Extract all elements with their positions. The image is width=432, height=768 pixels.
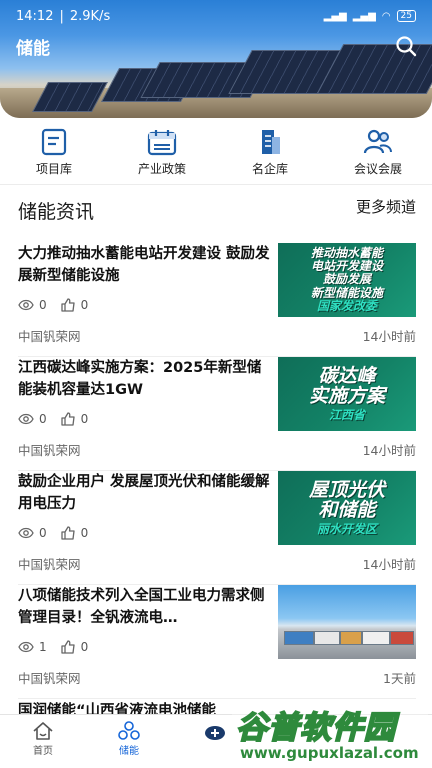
news-item[interactable]: 大力推动抽水蓄能电站开发建设 鼓励发展新型储能设施 0 0 中国钒荣网 14小时…: [0, 243, 432, 357]
signal-icon: ▂▄▆: [352, 10, 376, 22]
news-title: 江西碳达峰实施方案：2025年新型储能装机容量达1GW: [18, 360, 262, 398]
home-icon: [33, 722, 53, 740]
thumbs-up-icon: [60, 526, 75, 540]
news-item[interactable]: 江西碳达峰实施方案：2025年新型储能装机容量达1GW 0 0 中国钒荣网 14…: [0, 357, 432, 471]
thumbnail-text: 屋顶光伏: [308, 478, 385, 501]
news-source: 中国钒荣网: [18, 671, 81, 686]
quick-nav-project-library[interactable]: 项目库: [0, 128, 108, 180]
news-thumbnail: 推动抽水蓄能 电站开发建设 鼓励发展 新型储能设施 国家发改委: [278, 243, 416, 317]
like-count: 0: [80, 412, 89, 426]
thumbnail-text: 鼓励发展: [322, 272, 371, 287]
news-time: 14小时前: [362, 443, 416, 458]
thumbs-up-icon: [60, 412, 75, 426]
view-count: 0: [39, 298, 47, 312]
wifi-icon: ◠: [381, 10, 391, 22]
news-stats: 0 0: [18, 412, 88, 426]
view-count: 0: [39, 526, 47, 540]
news-source: 中国钒荣网: [18, 329, 81, 344]
view-count: 0: [39, 412, 47, 426]
thumbnail-subtext: 国家发改委: [316, 298, 377, 313]
news-item[interactable]: 鼓励企业用户 发展屋顶光伏和储能缓解用电压力 0 0 中国钒荣网 14小时前 屋…: [0, 471, 432, 585]
more-channels-link[interactable]: 更多频道: [356, 196, 416, 217]
container-image: [390, 631, 414, 645]
news-thumbnail-photo: [278, 585, 416, 659]
news-stats: 0 0: [18, 526, 88, 540]
container-image: [362, 631, 390, 645]
like-count: 0: [80, 298, 89, 312]
thumbnail-subtext: 江西省: [328, 408, 365, 423]
eye-icon: [18, 641, 34, 653]
tab-energy-storage[interactable]: 储能: [86, 715, 172, 768]
divider: [0, 184, 432, 185]
thumbnail-text: 碳达峰: [318, 364, 376, 387]
news-source: 中国钒荣网: [18, 557, 81, 572]
like-count: 0: [80, 526, 89, 540]
section-title: 储能资讯: [18, 201, 95, 223]
news-stats: 1 0: [18, 640, 88, 654]
quick-nav-industry-policy[interactable]: 产业政策: [108, 128, 216, 180]
plus-icon: [205, 726, 225, 740]
thumbnail-text: 实施方案: [308, 385, 385, 408]
container-image: [340, 631, 362, 645]
news-stats: 0 0: [18, 298, 88, 312]
people-icon: [363, 129, 392, 154]
thumbs-up-icon: [60, 298, 75, 312]
view-count: 1: [39, 640, 47, 654]
thumbnail-text: 和储能: [318, 499, 376, 522]
status-separator: |: [59, 8, 64, 24]
news-thumbnail: 屋顶光伏 和储能 丽水开发区: [278, 471, 416, 545]
news-time: 14小时前: [362, 329, 416, 344]
signal-icon: ▂▄▆: [323, 10, 347, 22]
battery-icon: 25: [396, 10, 416, 22]
watermark-text: 谷普软件园: [235, 709, 396, 747]
quick-nav-label: 项目库: [35, 162, 72, 176]
thumbs-up-icon: [60, 640, 75, 654]
news-title: 八项储能技术列入全国工业电力需求侧管理目录！全钒液流电…: [18, 588, 265, 626]
tab-home[interactable]: 首页: [0, 715, 86, 768]
tab-label: 首页: [33, 746, 53, 757]
search-icon: [396, 36, 417, 57]
watermark: 谷普软件园 www.gupuxlazal.com: [232, 700, 428, 766]
eye-icon: [18, 413, 34, 425]
news-time: 1天前: [383, 671, 416, 686]
container-image: [284, 631, 314, 645]
eye-icon: [18, 527, 34, 539]
news-source: 中国钒荣网: [18, 443, 81, 458]
quick-nav-conferences[interactable]: 会议会展: [324, 128, 432, 180]
header-banner: 14:12 | 2.9K/s ▂▄▆ ▂▄▆ ◠ 25 储能: [0, 0, 432, 118]
tab-label: 储能: [119, 746, 139, 757]
status-net-speed: 2.9K/s: [69, 8, 111, 24]
news-title: 鼓励企业用户 发展屋顶光伏和储能缓解用电压力: [18, 474, 270, 512]
container-image: [314, 631, 340, 645]
thumbnail-text: 新型储能设施: [310, 285, 383, 300]
document-icon: [41, 128, 67, 156]
news-title: 大力推动抽水蓄能电站开发建设 鼓励发展新型储能设施: [18, 246, 270, 284]
building-icon: [262, 130, 280, 154]
calendar-icon: [147, 130, 177, 156]
search-button[interactable]: [394, 34, 418, 58]
quick-nav-label: 会议会展: [353, 162, 402, 176]
quick-nav-label: 产业政策: [137, 162, 186, 176]
news-item[interactable]: 八项储能技术列入全国工业电力需求侧管理目录！全钒液流电… 1 0 中国钒荣网 1…: [0, 585, 432, 699]
thumbnail-subtext: 丽水开发区: [316, 522, 377, 537]
eye-icon: [18, 299, 34, 311]
quick-nav-label: 名企库: [251, 162, 288, 176]
news-thumbnail: 碳达峰 实施方案 江西省: [278, 357, 416, 431]
quick-nav-company-library[interactable]: 名企库: [216, 128, 324, 180]
news-time: 14小时前: [362, 557, 416, 572]
status-bar: 14:12 | 2.9K/s ▂▄▆ ▂▄▆ ◠ 25: [0, 0, 432, 32]
quick-nav: 项目库 产业政策 名企库 会议会展: [0, 128, 432, 180]
watermark-url: www.gupuxlazal.com: [240, 744, 419, 762]
like-count: 0: [80, 640, 89, 654]
energy-storage-icon: [118, 721, 140, 740]
page-title: 储能: [16, 39, 50, 59]
status-time: 14:12: [16, 8, 54, 24]
